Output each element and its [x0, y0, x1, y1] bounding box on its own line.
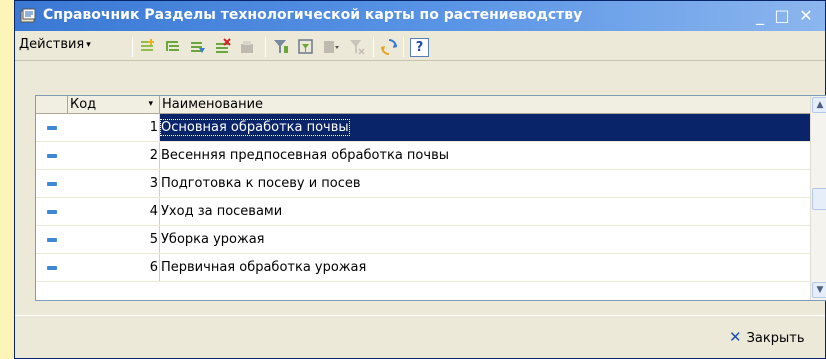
- table-row[interactable]: 3 Подготовка к посеву и посев: [36, 170, 810, 198]
- column-name-label: Наименование: [162, 97, 264, 112]
- actions-label: Действия: [19, 37, 85, 52]
- row-code: 2: [68, 142, 160, 169]
- row-code: 3: [68, 170, 160, 197]
- element-marker-icon: [47, 210, 57, 214]
- refresh-icon[interactable]: [380, 38, 398, 56]
- element-marker-icon: [47, 266, 57, 270]
- row-code: 5: [68, 226, 160, 253]
- toolbar: Действия ▾ ?: [15, 31, 825, 61]
- help-icon[interactable]: ?: [410, 38, 429, 57]
- column-code-label: Код: [70, 97, 97, 112]
- element-marker-icon: [47, 154, 57, 158]
- filter-dropdown-icon[interactable]: [322, 38, 340, 56]
- clear-filter-icon: [350, 40, 365, 55]
- row-name: Уход за посевами: [161, 204, 283, 219]
- row-name: Основная обработка почвы: [160, 114, 810, 141]
- toolbar-separator: [265, 37, 266, 57]
- element-marker-icon: [47, 182, 57, 186]
- filter-settings-icon[interactable]: [297, 38, 315, 56]
- row-code: 1: [68, 114, 160, 141]
- footer-divider: [15, 315, 825, 316]
- scroll-up-button[interactable]: ▲: [812, 97, 826, 113]
- row-code: 4: [68, 198, 160, 225]
- filter-icon[interactable]: [272, 38, 290, 56]
- column-marker: [36, 96, 68, 114]
- add-item-icon[interactable]: [139, 38, 157, 56]
- table-row[interactable]: 4 Уход за посевами: [36, 198, 810, 226]
- maximize-button[interactable]: □: [771, 5, 793, 27]
- row-name-text: Основная обработка почвы: [160, 119, 350, 136]
- actions-menu[interactable]: Действия ▾: [19, 37, 91, 52]
- edit-item-icon[interactable]: [214, 38, 232, 56]
- row-code: 6: [68, 254, 160, 281]
- row-name: Уборка урожая: [161, 232, 265, 247]
- window: Справочник Разделы технологической карты…: [14, 0, 826, 359]
- close-label: Закрыть: [746, 331, 805, 346]
- row-name: Первичная обработка урожая: [161, 260, 367, 275]
- element-marker-icon: [47, 126, 57, 130]
- chevron-down-icon: ▾: [86, 39, 91, 50]
- table-rows: 1 Основная обработка почвы 2 Весенняя пр…: [36, 114, 810, 282]
- table-header: Код ▾ Наименование: [36, 96, 810, 114]
- table-row[interactable]: 1 Основная обработка почвы: [36, 114, 810, 142]
- toolbar-separator: [132, 37, 133, 57]
- row-name: Подготовка к посеву и посев: [161, 176, 361, 191]
- table-row[interactable]: 2 Весенняя предпосевная обработка почвы: [36, 142, 810, 170]
- save-disabled-icon: [241, 41, 253, 53]
- copy-item-icon[interactable]: [189, 38, 207, 56]
- close-icon: ✕: [729, 328, 742, 346]
- add-group-icon[interactable]: [164, 38, 182, 56]
- window-title: Справочник Разделы технологической карты…: [43, 7, 583, 23]
- vertical-scrollbar[interactable]: ▲ ▼: [810, 96, 826, 300]
- minimize-button[interactable]: _: [749, 5, 771, 27]
- scroll-down-button[interactable]: ▼: [812, 282, 826, 298]
- sort-descending-icon: ▾: [148, 99, 153, 109]
- element-marker-icon: [47, 238, 57, 242]
- close-window-button[interactable]: ✕: [795, 5, 817, 27]
- close-button[interactable]: ✕ Закрыть: [729, 328, 804, 346]
- table-row[interactable]: 6 Первичная обработка урожая: [36, 254, 810, 282]
- catalog-icon: [20, 8, 36, 23]
- toolbar-separator: [373, 37, 374, 57]
- column-name[interactable]: Наименование: [160, 96, 810, 114]
- row-name: Весенняя предпосевная обработка почвы: [161, 148, 449, 163]
- toolbar-separator: [403, 37, 404, 57]
- column-code[interactable]: Код ▾: [68, 96, 160, 114]
- items-table: Код ▾ Наименование 1 Основная обработка …: [35, 95, 826, 301]
- table-row[interactable]: 5 Уборка урожая: [36, 226, 810, 254]
- scroll-thumb[interactable]: [812, 188, 826, 210]
- title-bar[interactable]: Справочник Разделы технологической карты…: [15, 1, 825, 31]
